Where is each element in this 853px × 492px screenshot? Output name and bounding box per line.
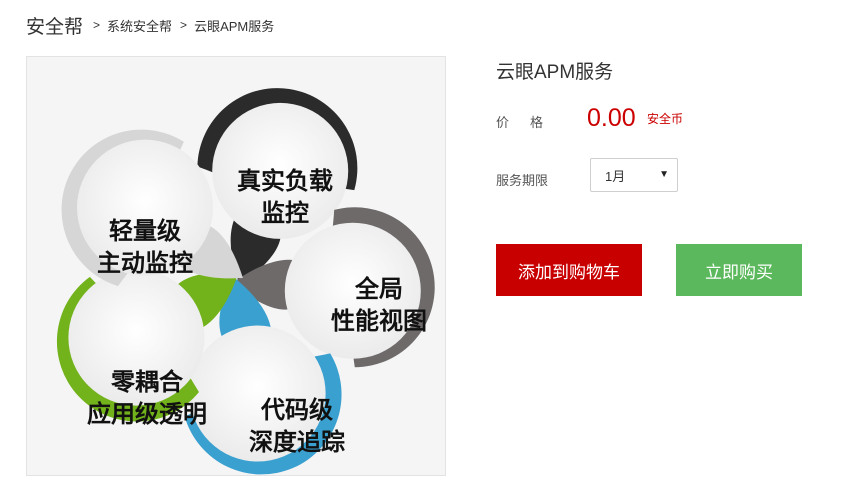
- breadcrumb-home-link[interactable]: 安全帮: [26, 12, 83, 39]
- petal-label: 深度追踪: [249, 428, 345, 456]
- feature-diagram: 真实负载监控全局性能视图代码级深度追踪 零耦合应用级透明 轻量级主动监控: [56, 88, 435, 475]
- petal-label: 全局: [354, 275, 403, 303]
- add-to-cart-button[interactable]: 添加到购物车: [496, 244, 642, 296]
- petal-label: 性能视图: [331, 307, 427, 335]
- service-period-select[interactable]: 1月 ▼: [590, 158, 678, 192]
- breadcrumb-separator: >: [93, 18, 101, 32]
- breadcrumb-separator: >: [180, 18, 188, 32]
- petal-label: 代码级: [260, 396, 333, 424]
- product-image: 真实负载监控全局性能视图代码级深度追踪 零耦合应用级透明 轻量级主动监控: [26, 56, 446, 476]
- service-period-label: 服务期限: [496, 173, 549, 188]
- price-unit: 安全币: [647, 112, 684, 126]
- product-title: 云眼APM服务: [496, 62, 614, 83]
- petal-label: 轻量级: [109, 217, 181, 245]
- service-period-value: 1月: [605, 168, 626, 184]
- petal-label: 应用级透明: [87, 400, 207, 428]
- breadcrumb-current: 云眼APM服务: [194, 18, 275, 34]
- price-label: 价格: [496, 112, 543, 131]
- petal-label: 零耦合: [110, 368, 184, 396]
- buy-now-button[interactable]: 立即购买: [676, 244, 802, 296]
- price-label-char: 格: [530, 115, 544, 130]
- price-value: 0.00: [587, 104, 636, 132]
- chevron-down-icon: ▼: [659, 169, 669, 180]
- price-label-char: 价: [496, 115, 510, 130]
- petal-label: 监控: [261, 199, 309, 227]
- breadcrumb: 安全帮 > 系统安全帮 > 云眼APM服务: [26, 10, 274, 40]
- petal-label: 真实负载: [237, 167, 333, 195]
- breadcrumb-category-link[interactable]: 系统安全帮: [107, 16, 172, 35]
- petal-label: 主动监控: [97, 249, 193, 277]
